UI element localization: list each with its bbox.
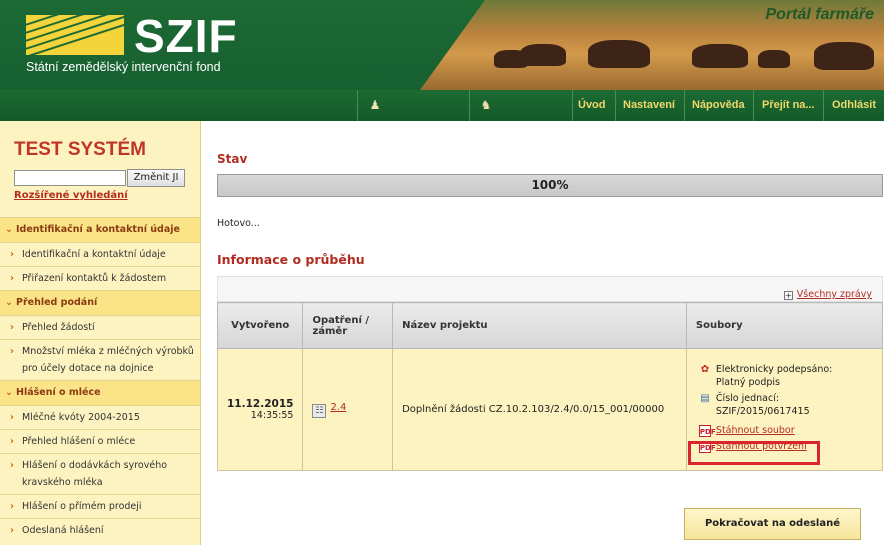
signed-label: Elektronicky podepsáno: [715,364,833,375]
chevron-right-icon: › [10,436,14,447]
nav-separator [615,90,616,121]
signature-info: ✿ Elektronicky podepsáno: Platný podpis [696,363,873,389]
created-time: 14:35:55 [250,410,294,421]
portal-title: Portál farmáře [765,6,875,23]
nav-separator [469,90,470,121]
reference-info: ▤ Číslo jednací: SZIF/2015/0617415 [696,392,873,418]
ji-search-input[interactable] [14,170,126,186]
sidebar-item-label: Množství mléka z mléčných výrobků pro úč… [22,346,194,374]
chevron-right-icon: › [10,249,14,260]
pdf-icon: PDF [698,425,716,437]
sidebar-item-label: Odeslaná hlášení [22,525,104,536]
header: SZIF Státní zemědělský intervenční fond … [0,0,884,90]
chevron-right-icon: › [10,460,14,471]
logo-icon [26,15,124,55]
sidebar-item-label: Přehled hlášení o mléce [22,436,136,447]
sidebar-item-label: Přiřazení kontaktů k žádostem [22,273,167,284]
advanced-search-link[interactable]: Rozšířené vyhledání [14,190,128,201]
highlight-box [688,441,820,465]
chevron-right-icon: › [10,501,14,512]
sidebar-section-submissions[interactable]: ⌄ Přehled podání [0,290,200,315]
download-file-row[interactable]: PDF Stáhnout soubor [696,424,873,437]
chevron-down-icon: ⌄ [5,224,13,235]
nav-item-help[interactable]: Nápověda [692,99,745,111]
sidebar-item-label: Hlášení o dodávkách syrového kravského m… [22,460,168,488]
sidebar-item-label: Přehled žádostí [22,322,95,333]
measure-link[interactable]: 2.4 [330,402,346,413]
column-header-created: Vytvořeno [216,302,304,349]
top-navigation: ♟ ♞ Úvod Nastavení Nápověda Přejít na...… [0,90,884,121]
nav-item-logout[interactable]: Odhlásit [832,99,876,111]
progress-label: 100% [531,178,569,192]
sidebar-section-label: Identifikační a kontaktní údaje [16,224,180,235]
sidebar-item-sent-reports[interactable]: › Odeslaná hlášení [0,518,200,542]
progress-bar: 100% [217,174,883,197]
reference-value: SZIF/2015/0617415 [715,406,810,417]
system-title: TEST SYSTÉM [14,139,146,160]
book-icon: ▤ [700,393,710,404]
sidebar-section-milk-reports[interactable]: ⌄ Hlášení o mléce [0,380,200,405]
table-header-row: Vytvořeno Opatření / záměr Název projekt… [216,302,884,349]
sidebar-section-label: Hlášení o mléce [16,387,101,398]
all-messages-label: Všechny zprávy [796,289,872,300]
status-heading: Stav [217,152,248,166]
sidebar-item-raw-milk-deliveries[interactable]: › Hlášení o dodávkách syrového kravského … [0,453,200,494]
chevron-right-icon: › [10,412,14,423]
all-messages-link[interactable]: + Všechny zprávy [783,289,872,300]
created-date: 11.12.2015 [227,398,294,410]
document-icon: ☷ [312,403,327,418]
messages-bar: + Všechny zprávy [217,276,883,302]
chevron-down-icon: ⌄ [5,387,13,398]
chevron-right-icon: › [10,273,14,284]
main-content: Stav 100% Hotovo... Informace o průběhu … [216,121,884,545]
logo-subtitle: Státní zemědělský intervenční fond [26,60,221,74]
reference-label: Číslo jednací: [715,393,780,404]
signed-value: Platný podpis [715,377,780,388]
column-header-project: Název projektu [392,302,687,349]
created-cell: 11.12.2015 14:35:55 [216,348,304,471]
column-header-files: Soubory [685,302,884,349]
chevron-down-icon: ⌄ [5,297,13,308]
chevron-right-icon: › [10,525,14,536]
expand-icon: + [783,291,793,300]
sidebar-item-direct-sales[interactable]: › Hlášení o přímém prodeji [0,494,200,518]
sidebar-item-identification[interactable]: › Identifikační a kontaktní údaje [0,242,200,266]
logo-text: SZIF [134,10,238,62]
done-text: Hotovo... [217,218,260,229]
sidebar-section-identification[interactable]: ⌄ Identifikační a kontaktní údaje [0,217,200,242]
sidebar-item-applications[interactable]: › Přehled žádostí [0,315,200,339]
sidebar-item-milk-quantity[interactable]: › Množství mléka z mléčných výrobků pro ú… [0,339,200,380]
sidebar-section-label: Přehled podání [16,297,98,308]
user-icon[interactable]: ♟ [368,98,382,112]
info-heading: Informace o průběhu [217,252,365,267]
measure-cell: ☷ 2.4 [302,348,394,471]
sidebar-item-milk-quotas[interactable]: › Mléčné kvóty 2004-2015 [0,405,200,429]
person-icon[interactable]: ♞ [479,98,493,112]
sidebar-item-contacts[interactable]: › Přiřazení kontaktů k žádostem [0,266,200,290]
nav-separator [572,90,573,121]
download-file-link[interactable]: Stáhnout soubor [716,425,795,436]
nav-item-goto[interactable]: Přejít na... [762,99,815,111]
nav-separator [684,90,685,121]
project-cell: Doplnění žádosti CZ.10.2.103/2.4/0.0/15_… [392,348,687,471]
sidebar-item-label: Hlášení o přímém prodeji [22,501,142,512]
sidebar: TEST SYSTÉM Změnit JI Rozšířené vyhledán… [0,121,201,545]
sidebar-item-milk-overview[interactable]: › Přehled hlášení o mléce [0,429,200,453]
seal-icon: ✿ [700,364,710,375]
continue-to-sent-applications-button[interactable]: Pokračovat na odeslané žádosti [684,508,861,540]
change-ji-button[interactable]: Změnit JI [127,169,185,187]
nav-item-settings[interactable]: Nastavení [623,99,675,111]
chevron-right-icon: › [10,346,14,357]
column-header-measure: Opatření / záměr [302,302,394,349]
chevron-right-icon: › [10,322,14,333]
nav-separator [357,90,358,121]
sidebar-item-label: Identifikační a kontaktní údaje [22,249,166,260]
nav-separator [823,90,824,121]
nav-separator [753,90,754,121]
sidebar-item-label: Mléčné kvóty 2004-2015 [22,412,140,423]
nav-item-home[interactable]: Úvod [578,99,606,111]
